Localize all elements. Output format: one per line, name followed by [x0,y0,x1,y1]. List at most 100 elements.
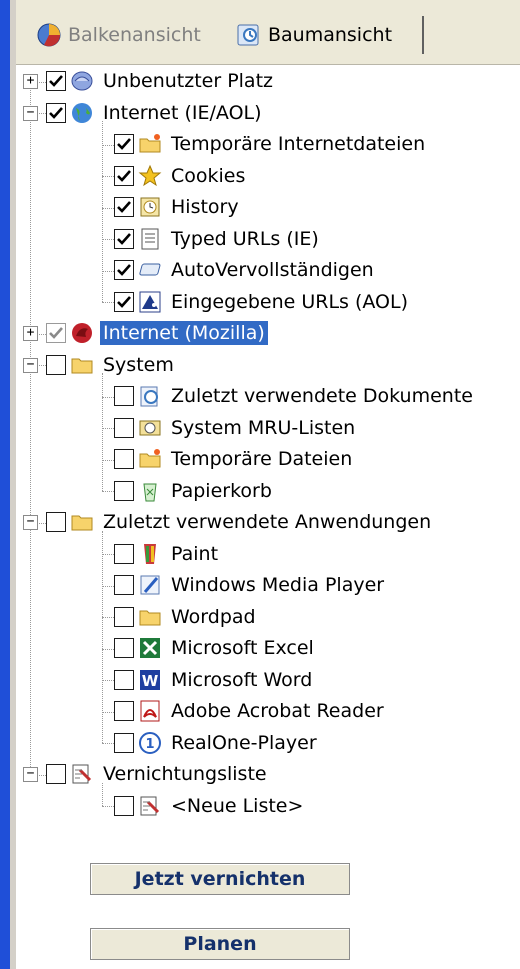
checkbox[interactable] [114,417,134,438]
checkbox[interactable] [114,165,134,186]
tree-item[interactable]: Eingegebene URLs (AOL) [114,287,411,317]
tree-item-label: RealOne-Player [171,731,317,754]
checkbox[interactable] [114,638,134,658]
cookie-star-icon [138,164,162,188]
tree-item[interactable]: <Neue Liste> [114,791,306,821]
tree-item[interactable]: Internet (IE/AOL) [46,98,265,128]
temp-folder-icon [138,132,162,156]
checkbox[interactable] [114,197,134,217]
tab-baumansicht[interactable]: Baumansicht [236,16,424,54]
aol-icon [138,290,162,314]
tree-item[interactable]: System [46,350,177,380]
word-icon: W [138,668,162,692]
checkbox[interactable] [114,701,134,721]
collapse-button[interactable]: − [23,105,38,121]
checkbox[interactable] [114,228,134,249]
view-tabbar: Balkenansicht Baumansicht [16,0,520,65]
tree-item[interactable]: Adobe Acrobat Reader [114,696,387,726]
media-player-icon [138,573,162,597]
tab-label: Balkenansicht [68,24,201,46]
mru-list-icon [138,416,162,440]
tree-item[interactable]: Temporäre Dateien [114,444,355,474]
autocomplete-icon [138,258,162,282]
tree-item-label: Windows Media Player [171,574,385,596]
tree-view: + Unbenutzter Platz − Internet (IE/AOL) Temp… [16,64,520,829]
tab-balkenansicht[interactable]: Balkenansicht [36,16,201,54]
checkbox[interactable] [114,575,134,595]
collapse-button[interactable]: − [23,357,38,373]
tree-item[interactable]: Zuletzt verwendete Anwendungen [46,507,434,537]
tree-item-label: Typed URLs (IE) [171,227,319,250]
tree-item-label: Zuletzt verwendete Dokumente [171,385,473,407]
tree-item-label: Microsoft Word [171,668,313,691]
checkbox[interactable] [46,71,66,91]
tree-item-label: Unbenutzter Platz [103,70,273,92]
collapse-button[interactable]: − [23,767,38,783]
pie-chart-icon [36,22,62,48]
tree-view-icon [236,22,262,48]
tree-item[interactable]: Paint [114,539,221,569]
folder-icon [138,605,162,629]
tree-item[interactable]: Cookies [114,161,248,191]
recent-docs-icon [138,384,162,408]
shred-list-icon [138,794,162,818]
checkbox[interactable] [114,291,134,312]
checkbox[interactable] [46,102,66,123]
tree-item-label: Papierkorb [171,479,272,502]
tree-item[interactable]: Temporäre Internetdateien [114,129,428,159]
paint-icon [138,542,162,566]
tree-item[interactable]: Papierkorb [114,476,275,506]
realone-icon: 1 [138,731,162,755]
tree-item[interactable]: Zuletzt verwendete Dokumente [114,381,476,411]
expand-button[interactable]: + [23,326,38,342]
tree-item[interactable]: Vernichtungsliste [46,759,270,789]
tree-item[interactable]: 1 RealOne-Player [114,728,320,758]
checkbox[interactable] [46,764,66,784]
tree-item[interactable]: Unbenutzter Platz [46,66,276,96]
tree-item-label: Temporäre Dateien [171,448,353,470]
folder-icon [70,353,94,377]
checkbox[interactable] [114,449,134,469]
tree-item[interactable]: W Microsoft Word [114,665,315,695]
checkbox[interactable] [114,543,134,564]
checkbox[interactable] [46,323,66,343]
collapse-button[interactable]: − [23,515,38,531]
tree-item[interactable]: History [114,192,242,222]
tree-item[interactable]: AutoVervollständigen [114,255,377,285]
checkbox[interactable] [114,260,134,280]
checkbox[interactable] [46,512,66,532]
shred-now-button[interactable]: Jetzt vernichten [90,863,350,895]
tree-item[interactable]: Typed URLs (IE) [114,224,322,254]
tree-item[interactable]: Internet (Mozilla) [46,318,268,348]
tree-item-label: System [103,353,174,376]
tree-item-label: Temporäre Internetdateien [171,133,426,155]
tree-item[interactable]: Windows Media Player [114,570,387,600]
checkbox[interactable] [114,386,134,406]
checkbox[interactable] [114,134,134,154]
tab-label: Baumansicht [268,24,393,46]
tree-item-label: Adobe Acrobat Reader [171,700,384,722]
excel-icon [138,636,162,660]
checkbox[interactable] [114,606,134,627]
tree-item[interactable]: Microsoft Excel [114,633,317,663]
tree-item[interactable]: System MRU-Listen [114,413,358,443]
expand-button[interactable]: + [23,74,38,90]
tree-item-label: Vernichtungsliste [103,763,267,785]
tree-connector-line [30,81,31,775]
tree-connector-line [102,121,103,303]
checkbox[interactable] [114,669,134,690]
tree-item[interactable]: Wordpad [114,602,259,632]
shred-list-icon [70,762,94,786]
tree-item-label: AutoVervollständigen [171,259,374,281]
folder-icon [70,510,94,534]
disk-space-icon [70,69,94,93]
plan-button[interactable]: Planen [90,928,350,960]
recycle-bin-icon [138,479,162,503]
tree-item-label: Internet (Mozilla) [100,321,268,345]
tree-item-label: Paint [171,542,219,565]
acrobat-icon [138,699,162,723]
checkbox[interactable] [114,732,134,753]
checkbox[interactable] [114,480,134,501]
checkbox[interactable] [46,354,66,375]
checkbox[interactable] [114,795,134,816]
